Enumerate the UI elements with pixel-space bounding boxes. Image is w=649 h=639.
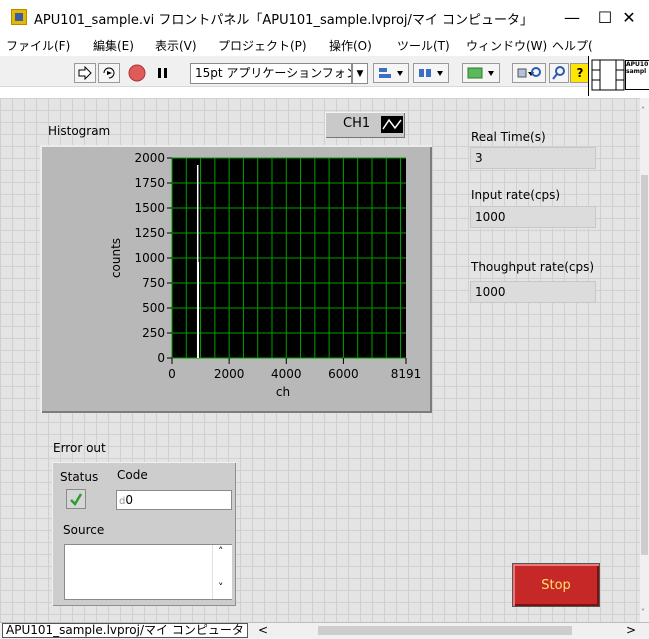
histogram-plot[interactable]: 0 250 500 750 1000 1250 1500 1750 2000 0 2000 4000…: [40, 145, 432, 413]
source-label: Source: [63, 523, 105, 537]
scroll-down-icon[interactable]: ˅: [641, 608, 645, 617]
vi-icon-text: APU10 sampl: [625, 60, 649, 90]
throughput-rate-indicator: 1000: [470, 281, 596, 303]
context-help-button[interactable]: ?: [570, 63, 590, 83]
menu-help[interactable]: ヘルプ(: [552, 37, 593, 54]
pause-button[interactable]: [152, 63, 174, 83]
throughput-rate-label: Thoughput rate(cps): [471, 260, 595, 274]
y-tick-label: 750: [142, 276, 165, 290]
resize-objects-button[interactable]: [462, 63, 500, 83]
context-help-icon: ?: [576, 66, 584, 80]
status-label: Status: [60, 470, 99, 484]
error-out-label: Error out: [53, 441, 106, 455]
labview-app-icon[interactable]: [11, 9, 27, 25]
scroll-right-icon[interactable]: >: [626, 623, 636, 637]
run-continuously-button[interactable]: [98, 63, 120, 83]
x-axis: 0 2000 4000 6000 8191: [168, 358, 421, 381]
pause-icon: [158, 68, 167, 78]
menu-edit[interactable]: 編集(E): [93, 37, 134, 54]
y-tick-label: 1250: [134, 226, 165, 240]
source-indicator: [64, 544, 232, 600]
scroll-left-icon[interactable]: <: [258, 623, 268, 637]
code-indicator: d0: [116, 490, 232, 510]
plot-legend-label: CH1: [343, 116, 371, 131]
x-tick-label: 0: [168, 367, 176, 381]
y-axis-label: counts: [109, 238, 123, 278]
y-tick-label: 1750: [134, 176, 165, 190]
y-tick-label: 2000: [134, 151, 165, 165]
run-button[interactable]: [74, 63, 96, 83]
chevron-down-icon[interactable]: ▼: [352, 63, 368, 84]
run-continuously-icon: [103, 67, 115, 79]
y-tick-label: 1000: [134, 251, 165, 265]
distribute-objects-button[interactable]: [413, 63, 449, 83]
y-tick-label: 0: [157, 351, 165, 365]
font-select[interactable]: 15pt アプリケーションフォント: [190, 63, 352, 84]
status-indicator: [66, 489, 86, 509]
connector-pane-icon: [591, 59, 625, 91]
checkmark-icon: [70, 493, 83, 506]
x-tick-label: 4000: [271, 367, 302, 381]
real-time-indicator: 3: [470, 147, 596, 169]
menu-operate[interactable]: 操作(O): [329, 37, 372, 54]
menu-file[interactable]: ファイル(F): [6, 37, 70, 54]
input-rate-label: Input rate(cps): [471, 188, 561, 202]
y-tick-label: 1500: [134, 201, 165, 215]
y-tick-label: 500: [142, 301, 165, 315]
x-tick-label: 6000: [328, 367, 359, 381]
close-icon: ✕: [622, 7, 636, 27]
real-time-label: Real Time(s): [471, 130, 546, 144]
abort-button[interactable]: [126, 63, 148, 83]
resize-icon: [467, 67, 494, 79]
search-button[interactable]: [549, 63, 569, 83]
code-label: Code: [117, 468, 148, 482]
vi-icon[interactable]: APU10 sampl: [588, 56, 649, 96]
align-objects-button[interactable]: [373, 63, 409, 83]
y-axis: 0 250 500 750 1000 1250 1500 1750 2000: [134, 151, 172, 365]
scroll-down-icon[interactable]: ˅: [218, 581, 224, 594]
reorder-icon: [517, 67, 541, 78]
source-scrollbar[interactable]: ˄ ˅: [212, 545, 232, 599]
stop-button[interactable]: Stop: [512, 563, 600, 607]
input-rate-indicator: 1000: [470, 206, 596, 228]
plot-trace: [196, 165, 200, 358]
vertical-scroll-thumb[interactable]: [641, 175, 648, 555]
search-icon: [552, 66, 565, 80]
distribute-icon: [419, 69, 443, 77]
abort-icon: [128, 64, 146, 82]
plot-line-style-icon[interactable]: [381, 116, 403, 133]
histogram-label: Histogram: [48, 124, 111, 138]
code-value: 0: [125, 493, 133, 507]
scroll-up-icon[interactable]: ˄: [218, 545, 224, 558]
project-context-path[interactable]: APU101_sample.lvproj/マイ コンピュータ: [2, 623, 248, 638]
menu-project[interactable]: プロジェクト(P): [218, 37, 307, 54]
x-tick-label: 8191: [391, 367, 422, 381]
window-title: APU101_sample.vi フロントパネル「APU101_sample.l…: [34, 13, 534, 28]
minimize-icon: —: [564, 7, 580, 27]
reorder-button[interactable]: [512, 63, 546, 83]
menu-tools[interactable]: ツール(T): [397, 37, 450, 54]
align-icon: [379, 68, 403, 78]
x-axis-label: ch: [276, 385, 290, 399]
menu-view[interactable]: 表示(V): [155, 37, 197, 54]
run-arrow-icon: [78, 66, 92, 80]
x-tick-label: 2000: [214, 367, 245, 381]
y-tick-label: 250: [142, 326, 165, 340]
close-button[interactable]: ✕: [609, 4, 649, 30]
menu-window[interactable]: ウィンドウ(W): [466, 37, 547, 54]
scroll-up-icon[interactable]: ˄: [641, 106, 645, 115]
horizontal-scroll-thumb[interactable]: [318, 626, 572, 635]
